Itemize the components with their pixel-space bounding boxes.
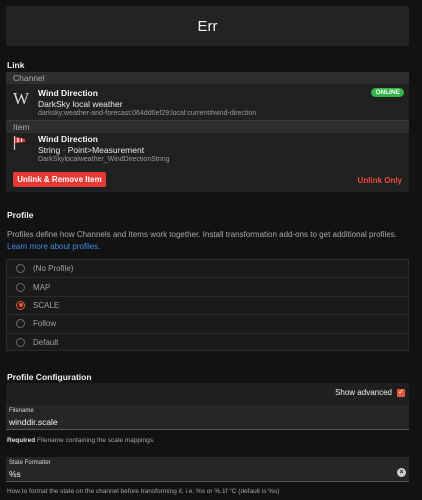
show-advanced-checkbox[interactable]: ✓ (397, 389, 405, 397)
profile-option-label: SCALE (33, 300, 60, 310)
profile-description-text: Profiles define how Channels and Items w… (7, 230, 397, 239)
radio-icon[interactable] (16, 319, 25, 329)
filename-input[interactable]: winddir.scale (9, 417, 58, 427)
profile-option-label: Default (33, 338, 59, 348)
item-title[interactable]: Wind Direction (38, 134, 98, 144)
page-title: Err (197, 17, 218, 35)
link-heading: Link (7, 60, 25, 70)
profile-option-label: MAP (33, 282, 51, 292)
radio-icon[interactable] (16, 282, 25, 292)
filename-help: Required Filename containing the scale m… (7, 437, 155, 444)
link-card: Channel W Wind Direction DarkSky local w… (6, 72, 409, 192)
item-section-label: Item (6, 121, 409, 133)
state-formatter-label: State Formatter (9, 460, 51, 466)
filename-help-text: Filename containing the scale mappings. (36, 437, 155, 444)
item-subtitle: String · Point>Measurement (38, 145, 145, 155)
profile-option-scale[interactable]: SCALE (7, 297, 408, 316)
radio-selected-icon[interactable] (16, 300, 25, 310)
unlink-only-button[interactable]: Unlink Only (358, 176, 402, 185)
learn-more-link[interactable]: Learn more about profiles. (7, 242, 100, 251)
radio-icon[interactable] (16, 264, 25, 274)
profile-option-label: Follow (33, 319, 57, 329)
radio-icon[interactable] (16, 338, 25, 348)
state-formatter-help: How to format the state on the channel b… (7, 488, 280, 495)
profile-radio-list: (No Profile) MAP SCALE Follow Default (6, 259, 409, 351)
profile-option-follow[interactable]: Follow (7, 315, 408, 334)
filename-field[interactable]: Filename winddir.scale (6, 405, 409, 430)
clear-icon[interactable]: × (397, 468, 406, 477)
profile-config-heading: Profile Configuration (7, 372, 92, 382)
channel-subtitle: DarkSky local weather (38, 99, 123, 109)
title-card: Err (6, 6, 409, 46)
state-formatter-input[interactable]: %s (9, 469, 21, 479)
filename-label: Filename (9, 408, 34, 414)
channel-uid: darksky:weather-and-forecast:064dd0ef29:… (38, 110, 257, 117)
windsock-icon (13, 135, 27, 153)
show-advanced-row: Show advanced ✓ (6, 383, 409, 405)
channel-section-label: Channel (6, 72, 409, 84)
profile-description: Profiles define how Channels and Items w… (7, 229, 412, 253)
profile-option-map[interactable]: MAP (7, 278, 408, 297)
profile-heading: Profile (7, 210, 34, 220)
show-advanced-label: Show advanced (335, 388, 392, 397)
state-formatter-field[interactable]: State Formatter %s × (6, 457, 409, 482)
required-label: Required (7, 437, 36, 444)
item-name: DarkSkylocalweather_WindDirectionString (38, 156, 170, 163)
unlink-remove-button[interactable]: Unlink & Remove Item (13, 172, 106, 187)
channel-title[interactable]: Wind Direction (38, 88, 98, 98)
profile-option-label: (No Profile) (33, 264, 74, 274)
channel-letter-icon: W (13, 89, 30, 108)
profile-option-no-profile[interactable]: (No Profile) (7, 260, 408, 279)
profile-option-default[interactable]: Default (7, 334, 408, 352)
status-badge: ONLINE (371, 88, 404, 97)
